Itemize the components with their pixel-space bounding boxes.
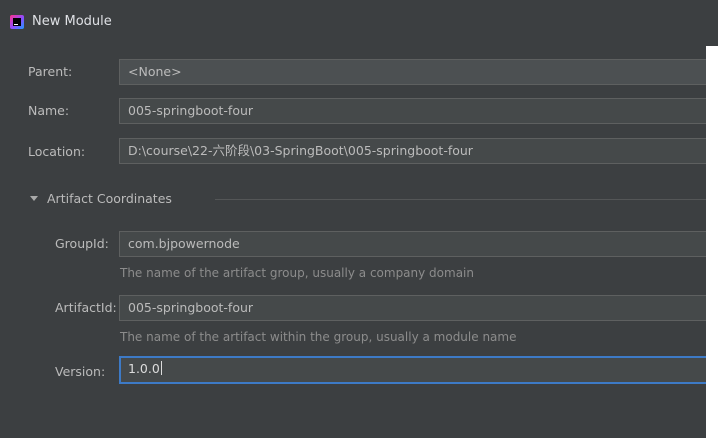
group-id-label: GroupId: <box>55 236 109 251</box>
window-edge <box>706 46 718 438</box>
group-id-input-value: com.bjpowernode <box>128 236 240 251</box>
artifact-id-input[interactable]: 005-springboot-four <box>119 295 706 321</box>
name-label: Name: <box>28 103 70 118</box>
artifact-coordinates-label: Artifact Coordinates <box>47 191 172 206</box>
text-caret <box>160 361 162 375</box>
group-id-hint: The name of the artifact group, usually … <box>120 266 474 280</box>
name-input-value: 005-springboot-four <box>128 103 254 118</box>
new-module-dialog: New Module Parent: <None> Name: 005-spri… <box>0 0 718 438</box>
version-input[interactable]: 1.0.0 <box>119 356 706 384</box>
parent-select[interactable]: <None> <box>119 59 706 85</box>
dialog-body: Parent: <None> Name: 005-springboot-four… <box>0 46 706 438</box>
location-label: Location: <box>28 144 86 159</box>
window-title: New Module <box>32 14 112 29</box>
title-bar[interactable]: New Module <box>0 0 718 46</box>
artifact-coordinates-toggle[interactable]: Artifact Coordinates <box>30 191 706 207</box>
parent-label: Parent: <box>28 64 73 79</box>
location-input[interactable]: D:\course\22-六阶段\03-SpringBoot\005-sprin… <box>119 138 706 164</box>
artifact-id-label: ArtifactId: <box>55 300 117 315</box>
expand-triangle-icon <box>30 196 38 201</box>
version-input-value: 1.0.0 <box>128 361 160 376</box>
parent-select-value: <None> <box>128 64 182 79</box>
name-input[interactable]: 005-springboot-four <box>119 98 706 124</box>
location-input-value: D:\course\22-六阶段\03-SpringBoot\005-sprin… <box>128 143 473 158</box>
artifact-id-hint: The name of the artifact within the grou… <box>120 330 517 344</box>
artifact-id-input-value: 005-springboot-four <box>128 300 254 315</box>
intellij-idea-icon <box>10 15 24 29</box>
section-separator <box>215 199 706 200</box>
version-label: Version: <box>55 364 106 379</box>
group-id-input[interactable]: com.bjpowernode <box>119 231 706 257</box>
